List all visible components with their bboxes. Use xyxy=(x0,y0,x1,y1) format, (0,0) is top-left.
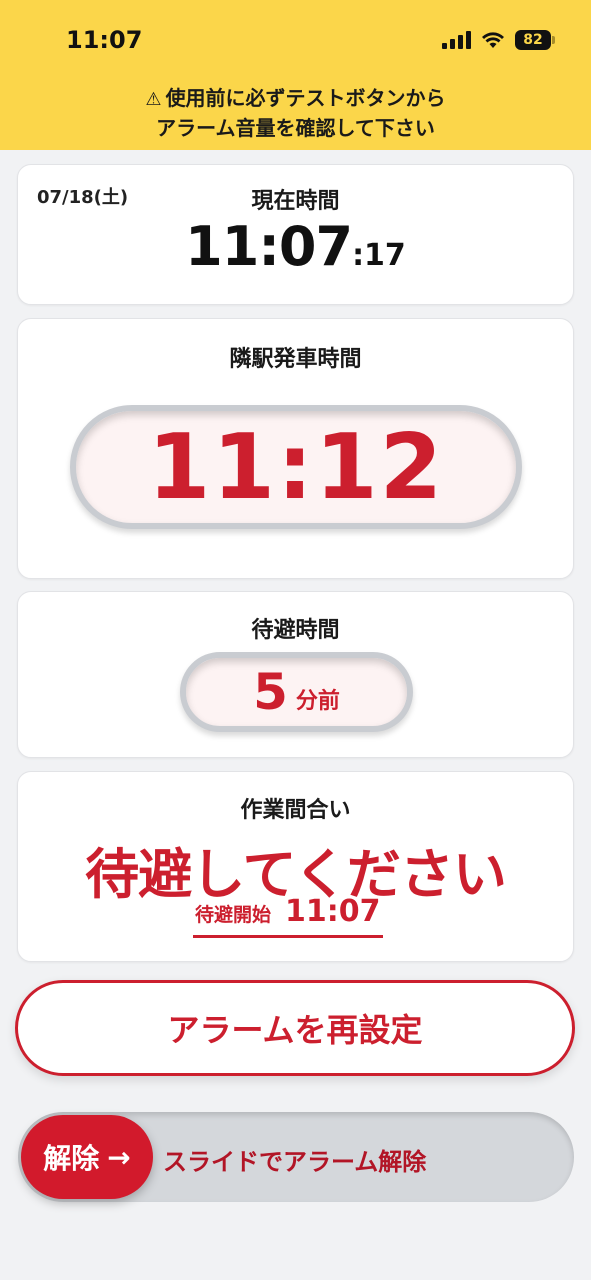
wait-title: 待避時間 xyxy=(251,618,340,643)
slider-handle[interactable]: 解除 → xyxy=(21,1115,153,1199)
current-time-title: 現在時間 xyxy=(251,189,340,214)
wifi-icon xyxy=(482,32,504,48)
wait-minutes: 5 xyxy=(253,663,288,721)
warning-line-2: アラーム音量を確認して下さい xyxy=(156,116,435,140)
evacuation-start-label: 待避開始 xyxy=(195,904,272,926)
wait-time-card: 待避時間 5 分前 xyxy=(17,591,574,758)
current-time-display: 11:07:17 xyxy=(18,215,573,278)
departure-title: 隣駅発車時間 xyxy=(229,347,362,372)
wait-time-pill: 5 分前 xyxy=(180,652,413,732)
reset-alarm-button[interactable]: アラームを再設定 xyxy=(15,980,575,1076)
slider-handle-label: 解除 xyxy=(43,1142,100,1175)
current-time-hm: 11:07 xyxy=(185,215,353,278)
warning-triangle-icon: ⚠ xyxy=(145,89,162,110)
warning-banner: 11:07 82 ⚠ 使用前に必ずテストボタンから アラーム音量を確認して下さい xyxy=(0,0,591,150)
warning-line-1: 使用前に必ずテストボタンから xyxy=(165,86,446,110)
evacuation-start-time: 11:07 xyxy=(285,894,381,929)
current-time-card: 07/18(土) 現在時間 11:07:17 xyxy=(17,164,574,305)
departure-time-pill: 11:12 xyxy=(70,405,522,529)
work-title: 作業間合い xyxy=(240,798,351,823)
work-interval-card: 作業間合い 待避してください 待避開始 11:07 xyxy=(17,771,574,962)
current-time-seconds: :17 xyxy=(352,238,406,273)
battery-icon: 82 xyxy=(515,30,555,50)
reset-alarm-label: アラームを再設定 xyxy=(167,1011,423,1049)
departure-time-card: 隣駅発車時間 11:12 xyxy=(17,318,574,579)
arrow-right-icon: → xyxy=(107,1140,131,1174)
departure-time: 11:12 xyxy=(147,414,445,520)
battery-level: 82 xyxy=(523,32,543,48)
warning-message: ⚠ 使用前に必ずテストボタンから アラーム音量を確認して下さい xyxy=(0,84,591,142)
status-bar: 11:07 82 xyxy=(0,22,591,58)
dismiss-alarm-slider[interactable]: 解除 → スライドでアラーム解除 xyxy=(18,1112,574,1202)
status-time: 11:07 xyxy=(66,26,143,54)
status-icons: 82 xyxy=(442,28,555,52)
cellular-signal-icon xyxy=(442,31,471,49)
evacuation-start: 待避開始 11:07 xyxy=(193,894,383,938)
slider-hint: スライドでアラーム解除 xyxy=(163,1148,427,1176)
wait-unit: 分前 xyxy=(295,689,340,714)
